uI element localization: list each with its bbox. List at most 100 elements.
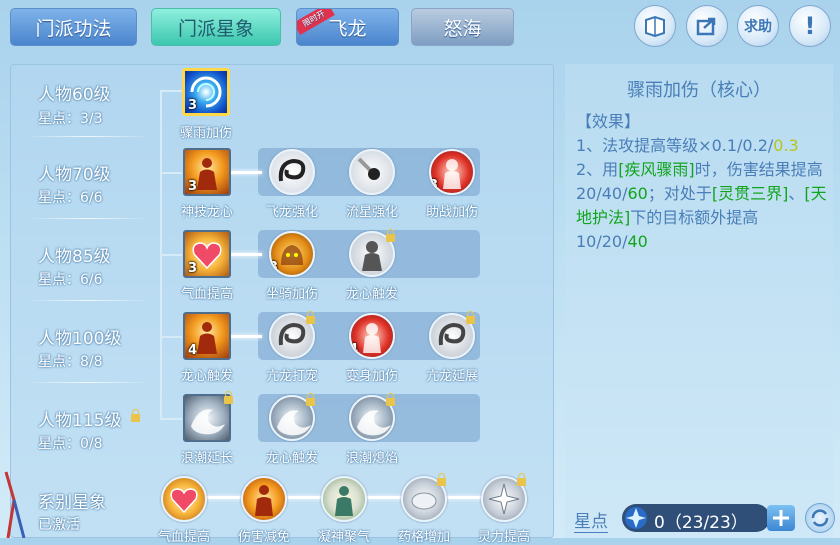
help-button[interactable]: 求助	[737, 5, 779, 47]
skill-label: 亢龙延展	[425, 369, 478, 384]
skill-label: 气血提高	[180, 287, 233, 302]
book-button[interactable]	[634, 5, 676, 47]
wave-icon	[191, 409, 225, 435]
skill-count: 4	[188, 343, 198, 358]
skill-count: 3	[188, 98, 198, 113]
lock-icon	[466, 311, 475, 324]
detail-description: 【效果】 1、法攻提高等级×0.1/0.2/0.3 2、用[疾风骤雨]时，伤害结…	[576, 110, 830, 254]
divider	[32, 136, 144, 137]
divider	[32, 382, 144, 383]
dragon-icon	[278, 158, 306, 182]
effect-line-2: 2、用[疾风骤雨]时，伤害结果提高20/40/60；对处于[灵贯三界]、[天地护…	[576, 158, 830, 254]
tree-branch	[160, 172, 182, 174]
refresh-icon	[811, 509, 829, 527]
skill-label: 变身加伤	[345, 369, 398, 384]
star-points-label: 星点	[574, 507, 608, 533]
lock-icon	[306, 393, 315, 406]
skill-rain-damage[interactable]: 3	[182, 68, 230, 116]
system-label: 伤害减免	[237, 530, 290, 545]
skill-label: 亢龙打宠	[265, 369, 318, 384]
system-status: 已激活	[38, 517, 80, 533]
lock-icon	[437, 473, 446, 486]
level-60-title: 人物60级	[38, 85, 111, 105]
system-label: 气血提高	[157, 530, 210, 545]
divider	[32, 300, 144, 301]
lock-icon	[386, 393, 395, 406]
active-link	[230, 253, 262, 256]
tab-label: 门派星象	[177, 17, 254, 40]
add-point-button[interactable]	[767, 505, 795, 531]
tree-branch	[160, 418, 182, 420]
level-70-title: 人物70级	[38, 165, 111, 185]
info-button[interactable]: !	[789, 5, 831, 47]
system-focus[interactable]	[321, 476, 367, 522]
effect-text: 1、法攻提高等级×0.1/0.2/	[576, 136, 774, 155]
system-label: 凝神聚气	[317, 530, 370, 545]
realm-link: [灵贯三界]	[711, 184, 789, 203]
tree-branch	[160, 90, 182, 92]
lock-icon	[386, 229, 395, 242]
skill-assist-damage[interactable]: 3	[429, 149, 475, 195]
skill-label: 助战加伤	[425, 205, 478, 220]
tab-label: 怒海	[443, 17, 482, 40]
lock-icon	[224, 391, 233, 404]
effect-line-1: 1、法攻提高等级×0.1/0.2/0.3	[576, 134, 830, 158]
skill-count: 3	[269, 260, 279, 275]
effect-value: 0.3	[773, 136, 799, 155]
skill-count: 3	[188, 179, 198, 194]
skill-label: 龙心触发	[180, 369, 233, 384]
tab-sect-skills[interactable]: 门派功法	[10, 8, 137, 46]
active-link	[230, 171, 262, 174]
skill-count: 4	[349, 342, 359, 357]
system-label: 药格增加	[397, 530, 450, 545]
reset-button[interactable]	[805, 503, 835, 533]
skill-label: 飞龙强化	[265, 205, 318, 220]
skill-link: [疾风骤雨]	[618, 160, 695, 179]
help-label: 求助	[744, 19, 772, 35]
star-gem-icon	[625, 507, 647, 529]
tab-flying-dragon[interactable]: 限时开 飞龙	[296, 8, 399, 46]
skill-label: 流星强化	[345, 205, 398, 220]
effect-text: 2、用	[576, 160, 619, 179]
lock-icon	[131, 409, 140, 422]
book-icon	[645, 15, 665, 37]
skill-label: 龙心触发	[345, 287, 398, 302]
skill-label: 骤雨加伤	[179, 126, 232, 141]
skill-label: 浪潮熄焰	[345, 451, 398, 466]
system-hp-boost[interactable]	[161, 476, 207, 522]
skill-hp-boost[interactable]: 3	[183, 230, 231, 278]
skill-meteor-boost[interactable]	[349, 149, 395, 195]
system-title: 系别星象	[38, 493, 106, 513]
heart-icon	[170, 488, 198, 514]
skill-count: 3	[188, 261, 198, 276]
skill-mount-damage[interactable]: 3	[269, 231, 315, 277]
skill-label: 坐骑加伤	[265, 287, 318, 302]
skill-dragon-boost[interactable]	[269, 149, 315, 195]
skill-dragon-heart-proc[interactable]: 4	[183, 312, 231, 360]
effect-value: 60	[627, 184, 648, 203]
level-100-title: 人物100级	[38, 329, 122, 349]
tab-angry-sea[interactable]: 怒海	[411, 8, 514, 46]
skill-label: 龙心触发	[265, 451, 318, 466]
skill-divine-dragon-heart[interactable]: 3	[183, 148, 231, 196]
system-damage-reduction[interactable]	[241, 476, 287, 522]
effect-text: 、	[788, 184, 805, 203]
level-115-title: 人物115级	[38, 411, 122, 431]
exclamation-icon: !	[804, 12, 816, 40]
level-70-points: 星点：6/6	[38, 190, 103, 206]
skill-count: 3	[429, 178, 439, 193]
detail-title: 骤雨加伤（核心）	[627, 80, 771, 101]
level-115-points: 星点：0/8	[38, 436, 103, 452]
skill-label: 神技龙心	[180, 205, 233, 220]
level-100-points: 星点：8/8	[38, 354, 103, 370]
star-points-value: 0（23/23）	[654, 513, 748, 533]
tab-label: 门派功法	[35, 17, 112, 40]
tab-label: 飞龙	[328, 17, 367, 40]
share-button[interactable]	[686, 5, 728, 47]
active-link	[230, 335, 262, 338]
level-85-title: 人物85级	[38, 247, 111, 267]
tree-branch	[160, 254, 182, 256]
skill-transform-damage[interactable]: 4	[349, 313, 395, 359]
tab-sect-stars[interactable]: 门派星象	[151, 8, 281, 46]
spirit-icon	[335, 486, 353, 516]
